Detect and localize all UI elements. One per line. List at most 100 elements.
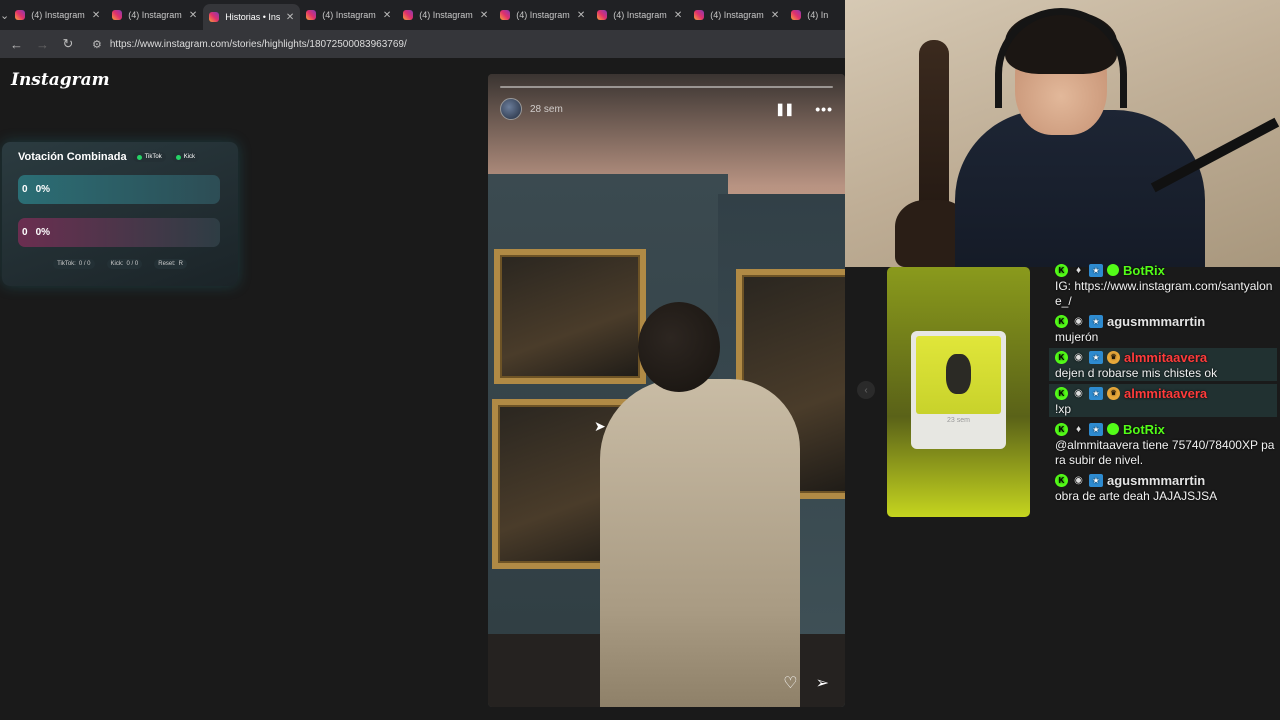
chat-message: K ◉ ★ agusmmmarrtin obra de arte deah JAJAJS…: [1055, 471, 1277, 504]
preview-time: 23 sem: [947, 417, 970, 424]
user-badge-icon: ◉: [1074, 351, 1083, 363]
avatar[interactable]: [500, 98, 522, 120]
chat-message: K ◉ ★ ♛ almmitaavera !xp: [1049, 384, 1277, 417]
close-icon[interactable]: ✕: [92, 10, 100, 21]
vote-option-bar: 0 0%: [18, 175, 220, 204]
chat-username[interactable]: agusmmmarrtin: [1107, 314, 1205, 329]
tune-icon[interactable]: ⚙: [92, 38, 102, 51]
kick-badge-icon: K: [1055, 263, 1068, 277]
story-person-head: [638, 302, 720, 392]
user-badge-icon: ◉: [1074, 387, 1083, 399]
instagram-favicon-icon: [403, 10, 414, 20]
preview-card: 23 sem: [911, 331, 1006, 449]
kick-badge-icon: K: [1055, 350, 1068, 364]
instagram-favicon-icon: [15, 10, 26, 20]
reload-icon[interactable]: ↻: [62, 36, 74, 52]
close-icon[interactable]: ✕: [383, 10, 391, 21]
tab-title: (4) Instagram: [31, 10, 85, 20]
heart-icon[interactable]: ♡: [783, 673, 797, 693]
chat-message-header: K ♦ ★ BotRix: [1055, 261, 1277, 279]
mouse-cursor-icon: ➤: [594, 418, 606, 434]
browser-tab[interactable]: (4) Instagram ✕: [9, 0, 106, 30]
tab-title: (4) Instagram: [128, 10, 182, 20]
browser-tab[interactable]: (4) Instagram ✕: [688, 0, 785, 30]
next-story-preview[interactable]: 23 sem: [887, 267, 1030, 517]
tab-title: (4) Instagram: [710, 10, 764, 20]
tab-strip: ⌄ (4) Instagram ✕ (4) Instagram ✕ Historias …: [0, 0, 845, 30]
platform-label: Kick: [183, 154, 196, 160]
forward-arrow-icon[interactable]: →: [36, 37, 49, 52]
browser-tab[interactable]: (4) Instagram ✕: [300, 0, 397, 30]
close-icon[interactable]: ✕: [480, 10, 488, 21]
vote-percent: 0%: [35, 227, 51, 238]
user-badge-icon: ◉: [1074, 315, 1083, 327]
tab-title: (4) Instagram: [419, 10, 473, 20]
browser-tab[interactable]: (4) Instagram ✕: [397, 0, 494, 30]
platform-pill-tiktok: TikTok: [132, 152, 166, 162]
side-area: ‹ 23 sem K ♦ ★ BotRix IG: https://www.instag…: [845, 263, 1280, 720]
chat-text: mujerón: [1055, 330, 1099, 344]
chat-username[interactable]: BotRix: [1123, 422, 1165, 437]
tab-title: (4) Instagram: [613, 10, 667, 20]
send-icon[interactable]: ➢: [816, 673, 829, 693]
painting-frame: [494, 249, 646, 384]
verified-badge-icon: ♦: [1075, 264, 1082, 276]
chat-text: dejen d robarse mis chistes ok: [1055, 366, 1218, 380]
browser-tab[interactable]: Historias • Ins ✕: [203, 4, 301, 30]
close-icon[interactable]: ✕: [286, 12, 294, 23]
close-icon[interactable]: ✕: [771, 10, 779, 21]
browser-tab[interactable]: (4) Instagram ✕: [591, 0, 688, 30]
kick-badge-icon: K: [1055, 314, 1068, 328]
chat-text: @almmitaavera tiene 75740/78400XP para s…: [1055, 438, 1275, 467]
back-arrow-icon[interactable]: ←: [10, 37, 23, 52]
url-bar[interactable]: ⚙ https://www.instagram.com/stories/high…: [92, 38, 407, 51]
chat-message-header: K ♦ ★ BotRix: [1055, 420, 1277, 438]
kick-badge-icon: K: [1055, 422, 1068, 436]
platform-label: TikTok: [144, 154, 162, 160]
chat-username[interactable]: almmitaavera: [1124, 386, 1207, 401]
streamer-body: [955, 110, 1205, 267]
crown-badge-icon: ♛: [1107, 386, 1120, 400]
browser-tab[interactable]: (4) Instagram ✕: [106, 0, 203, 30]
story-person: [600, 379, 800, 707]
instagram-logo[interactable]: Instagram: [11, 70, 110, 90]
pause-icon[interactable]: ❚❚: [775, 102, 794, 116]
footer-value: R: [178, 261, 183, 267]
footer-label: Reset:: [158, 261, 176, 267]
tab-title: (4) In: [807, 10, 829, 20]
kick-badge-icon: K: [1055, 473, 1068, 487]
prev-story-arrow-icon[interactable]: ‹: [857, 381, 875, 399]
vote-title: Votación Combinada: [18, 151, 127, 163]
story-time: 28 sem: [530, 103, 563, 115]
sub-badge-icon: ★: [1089, 314, 1103, 328]
close-icon[interactable]: ✕: [674, 10, 682, 21]
vote-option-bar: 0 0%: [18, 218, 220, 247]
vote-widget: Votación Combinada TikTok Kick 0 0% 0 0%…: [2, 142, 238, 286]
chat-username[interactable]: almmitaavera: [1124, 350, 1207, 365]
url-text[interactable]: https://www.instagram.com/stories/highli…: [110, 39, 407, 50]
sub-badge-icon: ★: [1089, 473, 1103, 487]
chat-message-header: K ◉ ★ agusmmmarrtin: [1055, 471, 1277, 489]
story-progress-bar: [500, 86, 833, 88]
sub-badge-icon: ★: [1089, 350, 1103, 364]
close-icon[interactable]: ✕: [577, 10, 585, 21]
story-header: 28 sem ❚❚ •••: [500, 98, 833, 120]
tab-title: (4) Instagram: [322, 10, 376, 20]
chat-overlay: K ♦ ★ BotRix IG: https://www.instagram.com/s…: [1049, 261, 1277, 507]
more-icon[interactable]: •••: [815, 101, 833, 117]
sub-badge-icon: ★: [1089, 422, 1103, 436]
tab-title: (4) Instagram: [516, 10, 570, 20]
vote-footer-tiktok: TikTok: 0 / 0: [53, 259, 95, 269]
chat-message-header: K ◉ ★ ♛ almmitaavera: [1055, 348, 1277, 366]
close-icon[interactable]: ✕: [189, 10, 197, 21]
tab-search-icon[interactable]: ⌄: [0, 0, 9, 30]
chat-username[interactable]: BotRix: [1123, 263, 1165, 278]
browser-tab[interactable]: (4) Instagram ✕: [494, 0, 591, 30]
instagram-favicon-icon: [791, 10, 802, 20]
tab-title: Historias • Ins: [225, 12, 280, 22]
instagram-favicon-icon: [597, 10, 608, 20]
bot-badge-icon: [1107, 264, 1119, 276]
story-viewer[interactable]: 28 sem ❚❚ ••• ➤ ♡ ➢: [488, 74, 845, 707]
browser-tab[interactable]: (4) In✕: [785, 0, 845, 30]
chat-username[interactable]: agusmmmarrtin: [1107, 473, 1205, 488]
